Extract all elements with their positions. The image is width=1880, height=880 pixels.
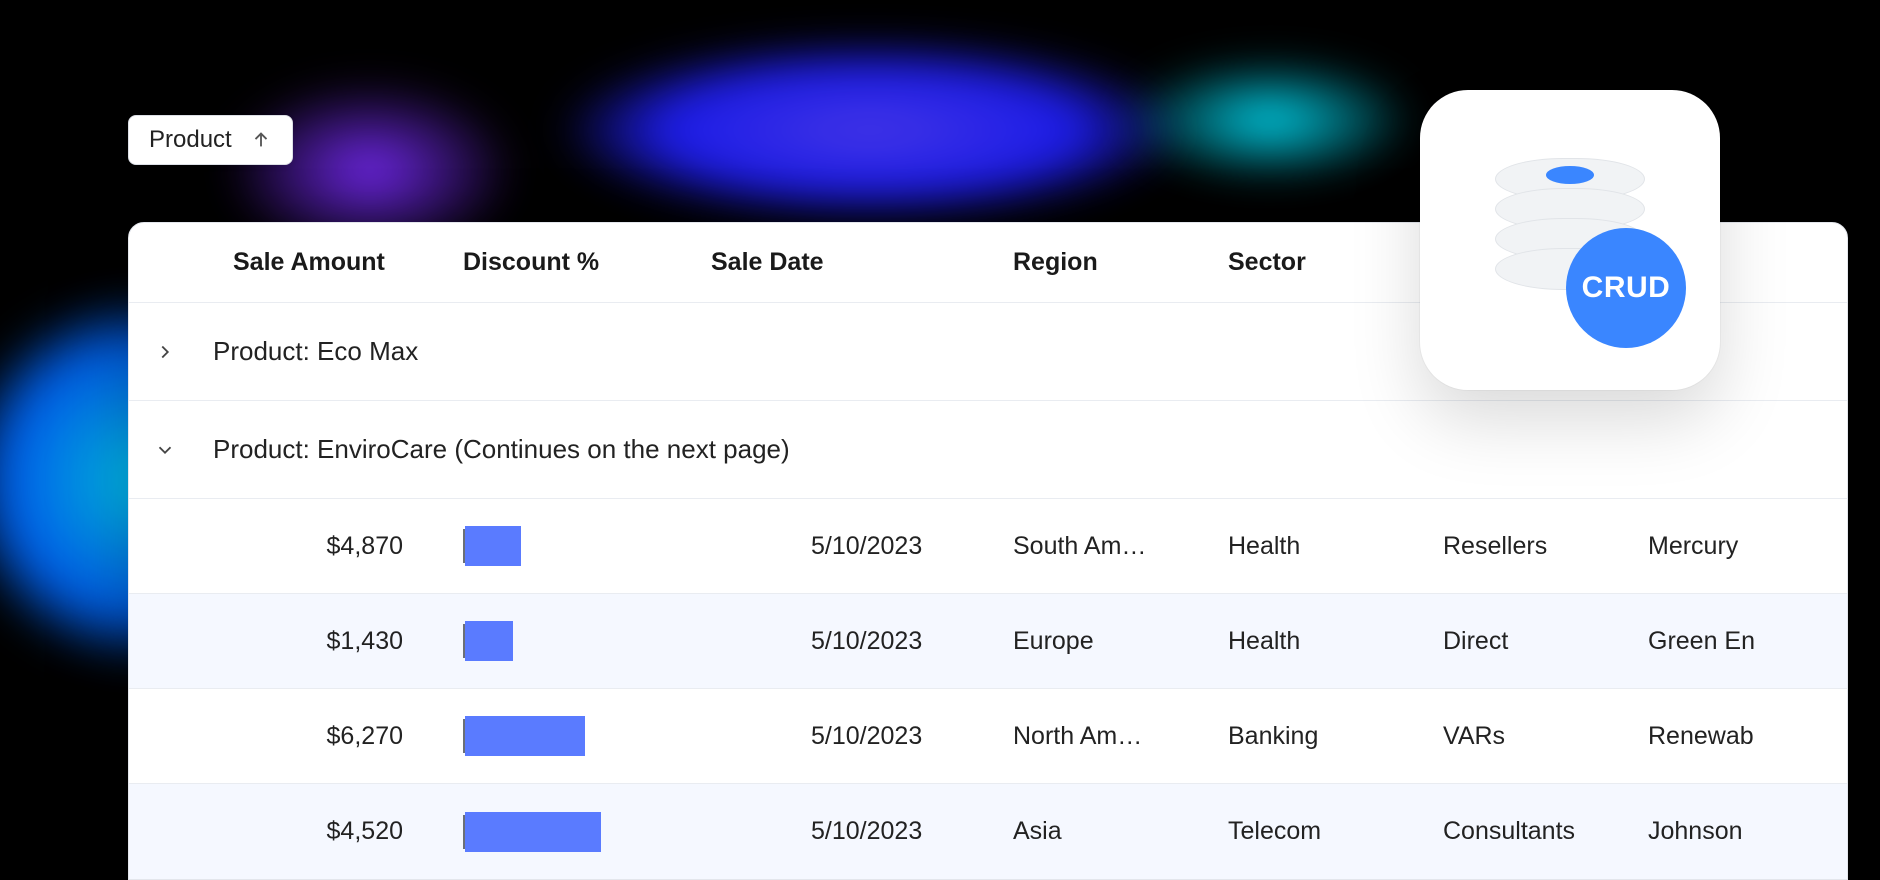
- cell-region: Europe: [1001, 627, 1216, 656]
- expand-toggle[interactable]: [129, 341, 201, 363]
- cell-date: 5/10/2023: [671, 722, 1001, 751]
- cell-date: 5/10/2023: [671, 817, 1001, 846]
- cell-amount: $1,430: [221, 627, 451, 656]
- cell-date: 5/10/2023: [671, 532, 1001, 561]
- cell-channel: Resellers: [1431, 532, 1636, 561]
- col-discount[interactable]: Discount %: [451, 248, 671, 277]
- group-row-envirocare[interactable]: Product: EnviroCare (Continues on the ne…: [129, 401, 1847, 499]
- cell-date: 5/10/2023: [671, 627, 1001, 656]
- col-sale-date[interactable]: Sale Date: [671, 248, 1001, 277]
- chevron-down-icon: [154, 439, 176, 461]
- cell-last: Johnson: [1636, 817, 1816, 846]
- discount-bar: [465, 716, 585, 756]
- cell-discount: [451, 523, 671, 569]
- crud-feature-card: CRUD: [1420, 90, 1720, 390]
- cell-sector: Health: [1216, 532, 1431, 561]
- sort-chip-label: Product: [149, 126, 232, 154]
- cell-last: Mercury: [1636, 532, 1816, 561]
- cell-channel: Consultants: [1431, 817, 1636, 846]
- sort-chip-product[interactable]: Product: [128, 115, 293, 165]
- cell-sector: Health: [1216, 627, 1431, 656]
- col-region[interactable]: Region: [1001, 248, 1216, 277]
- table-row[interactable]: $1,430 5/10/2023 Europe Health Direct Gr…: [129, 594, 1847, 689]
- cell-sector: Banking: [1216, 722, 1431, 751]
- cell-amount: $6,270: [221, 722, 451, 751]
- cell-amount: $4,520: [221, 817, 451, 846]
- discount-bar: [465, 812, 601, 852]
- crud-badge-label: CRUD: [1582, 271, 1671, 305]
- cell-discount: [451, 809, 671, 855]
- discount-bar: [465, 526, 521, 566]
- group-label: Product: EnviroCare (Continues on the ne…: [201, 434, 1847, 465]
- chevron-right-icon: [154, 341, 176, 363]
- cell-discount: [451, 713, 671, 759]
- col-sector[interactable]: Sector: [1216, 248, 1431, 277]
- cell-region: Asia: [1001, 817, 1216, 846]
- col-sale-amount[interactable]: Sale Amount: [221, 248, 451, 277]
- table-row[interactable]: $4,870 5/10/2023 South Am… Health Resell…: [129, 499, 1847, 594]
- cell-last: Renewab: [1636, 722, 1816, 751]
- cell-last: Green En: [1636, 627, 1816, 656]
- cell-amount: $4,870: [221, 532, 451, 561]
- collapse-toggle[interactable]: [129, 439, 201, 461]
- crud-badge: CRUD: [1566, 228, 1686, 348]
- cell-region: South Am…: [1001, 532, 1216, 561]
- table-row[interactable]: $4,520 5/10/2023 Asia Telecom Consultant…: [129, 784, 1847, 879]
- cell-channel: Direct: [1431, 627, 1636, 656]
- cell-discount: [451, 618, 671, 664]
- table-row[interactable]: $6,270 5/10/2023 North Am… Banking VARs …: [129, 689, 1847, 784]
- cell-channel: VARs: [1431, 722, 1636, 751]
- arrow-up-icon: [250, 129, 272, 151]
- cell-region: North Am…: [1001, 722, 1216, 751]
- discount-bar: [465, 621, 513, 661]
- cell-sector: Telecom: [1216, 817, 1431, 846]
- decorative-glow: [1060, 30, 1480, 210]
